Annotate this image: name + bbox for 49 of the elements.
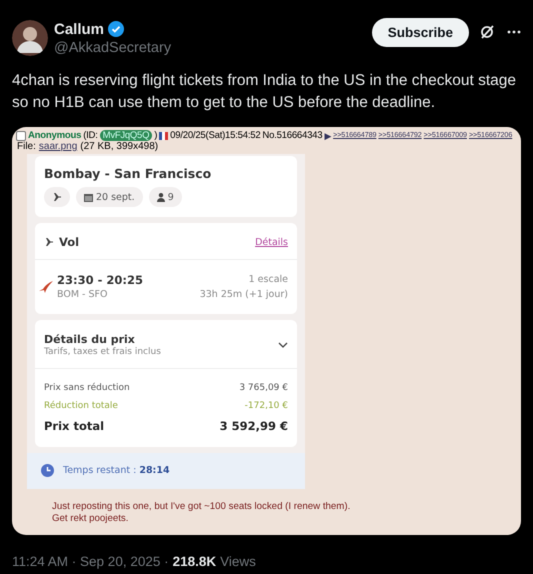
calendar-icon xyxy=(84,192,93,202)
more-icon[interactable] xyxy=(507,30,521,34)
price-value: 3 592,99 € xyxy=(220,419,288,433)
poster-id[interactable]: MvFJqQ5Q xyxy=(100,130,152,141)
price-label: Prix sans réduction xyxy=(44,383,130,393)
chevron-icon[interactable] xyxy=(278,342,288,348)
price-label: Réduction totale xyxy=(44,401,118,411)
author-name[interactable]: Callum xyxy=(54,20,104,38)
file-info: (27 KB, 399x498) xyxy=(80,141,158,152)
plane-icon xyxy=(44,237,54,247)
slashed-circle-icon[interactable] xyxy=(479,24,495,40)
flight-airports: BOM - SFO xyxy=(57,289,108,300)
price-value: 3 765,09 € xyxy=(239,383,288,393)
person-icon xyxy=(156,192,165,202)
avatar[interactable] xyxy=(12,20,48,56)
flag-icon xyxy=(159,132,168,140)
file-link[interactable]: saar.png xyxy=(38,141,78,152)
clock-icon xyxy=(41,464,54,477)
price-label: Prix total xyxy=(44,419,104,433)
details-link[interactable]: Détails xyxy=(255,236,288,248)
post-datetime: 09/20/25(Sat)15:54:52 xyxy=(170,130,260,141)
price-value: -172,10 € xyxy=(244,401,288,411)
flight-times: 23:30 - 20:25 xyxy=(57,273,143,287)
timer-text: Temps restant : 28:14 xyxy=(63,465,170,476)
views-label: Views xyxy=(220,554,256,569)
price-subtitle: Tarifs, taxes et frais inclus xyxy=(44,347,161,357)
flight-duration: 33h 25m (+1 jour) xyxy=(200,288,288,300)
section-title: Vol xyxy=(59,235,80,249)
post-menu-arrow[interactable]: ▶ xyxy=(324,130,332,140)
id-bracket: ) xyxy=(154,130,158,141)
info-chip: 9 xyxy=(148,187,182,207)
poster-name: Anonymous xyxy=(28,130,82,141)
subscribe-button[interactable]: Subscribe xyxy=(372,18,469,46)
file-label: File: xyxy=(17,141,36,152)
flight-stops: 1 escale xyxy=(248,274,288,284)
id-label: (ID: xyxy=(83,130,98,141)
info-chip: 20 sept. xyxy=(76,187,143,207)
price-title: Détails du prix xyxy=(44,333,136,346)
author-handle[interactable]: @AkkadSecretary xyxy=(54,40,172,56)
plane-icon xyxy=(52,192,62,202)
post-checkbox[interactable] xyxy=(16,130,26,140)
post-time[interactable]: 11:24 AM · Sep 20, 2025 · xyxy=(12,554,169,569)
post-comment-line: Get rekt poojeets. xyxy=(52,513,130,525)
post-number[interactable]: No.516664343 xyxy=(262,130,322,141)
views-count: 218.8K xyxy=(172,554,216,569)
airline-logo-icon xyxy=(39,280,53,292)
post-comment-line: Just reposting this one, but I've got ~100 seats locked (I renew them). xyxy=(52,501,352,513)
route-title: Bombay - San Francisco xyxy=(43,165,212,183)
tweet-text: 4chan is reserving flight tickets from India to the US in the checkout stage so no H1B can use them to get to the US before the deadline. xyxy=(11,71,518,113)
